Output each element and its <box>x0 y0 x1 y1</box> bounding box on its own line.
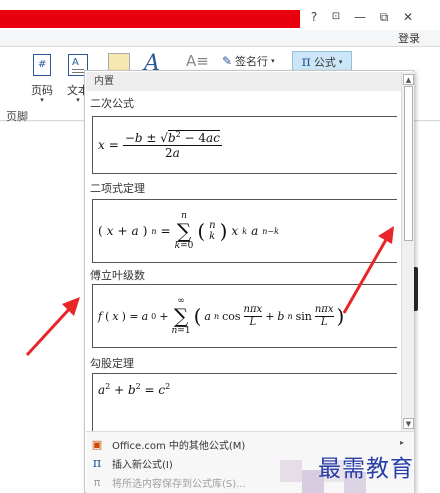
app-window: { "window": { "title_bar_color": "#e8000… <box>0 0 440 493</box>
signature-line-button[interactable]: ✎ 签名行 ▾ <box>222 53 275 69</box>
equation-item-quadratic[interactable]: x = −b ± √b2 − 4ac 2a <box>92 116 397 174</box>
equation-title: 二项式定理 <box>90 182 145 195</box>
scroll-thumb[interactable] <box>404 86 413 241</box>
office-icon: ▣ <box>91 437 103 451</box>
menu-item-label: 将所选内容保存到公式库(S)... <box>112 478 246 490</box>
login-link[interactable]: 登录 <box>398 30 420 46</box>
close-button[interactable]: ✕ <box>398 8 418 26</box>
formula-label: 公式 <box>313 56 336 69</box>
ribbon-display-button[interactable]: ⊡ <box>326 8 346 26</box>
page-number-icon: # <box>33 54 51 76</box>
equation-title: 勾股定理 <box>90 357 134 370</box>
menu-item-label: Office.com 中的其他公式(M) <box>112 440 246 452</box>
signature-chevron-icon: ▾ <box>271 57 275 65</box>
scroll-up-arrow-icon[interactable]: ▲ <box>403 74 414 85</box>
equation-title: 二次公式 <box>90 97 134 110</box>
signature-icon: ✎ <box>222 54 233 68</box>
signature-line-label: 签名行 <box>235 55 269 68</box>
submenu-arrow-icon: ▸ <box>400 438 405 447</box>
minimize-button[interactable]: — <box>350 8 370 26</box>
gallery-scrollbar[interactable]: ▲ ▼ <box>401 72 414 493</box>
page-number-button[interactable]: # <box>30 54 54 79</box>
page-number-chevron-icon: ▾ <box>40 96 44 104</box>
save-to-gallery-item[interactable]: π 将所选内容保存到公式库(S)... <box>90 473 246 491</box>
pythagorean-equation: a2 + b2 = c2 <box>98 382 171 397</box>
formula-chevron-icon: ▾ <box>338 58 343 66</box>
equation-item-fourier[interactable]: f(x) = a0 + ∞ ∑ n=1 ( an cos nπx L + bn sin… <box>92 284 397 348</box>
drop-cap-icon[interactable]: A≡ <box>186 52 209 70</box>
equation-title: 傅立叶级数 <box>90 269 145 282</box>
watermark-text: 最需教育 <box>318 456 414 482</box>
save-equation-icon: π <box>93 475 101 489</box>
scroll-down-arrow-icon[interactable]: ▼ <box>403 418 414 429</box>
text-chevron-icon: ▾ <box>76 96 80 104</box>
help-button[interactable]: ? <box>304 8 324 26</box>
title-bar: ? ⊡ — ⧉ ✕ <box>0 0 440 30</box>
more-equations-office-item[interactable]: ▣ Office.com 中的其他公式(M) <box>90 435 246 453</box>
gallery-header: 内置 <box>86 72 401 91</box>
insert-new-equation-item[interactable]: π 插入新公式(I) <box>90 454 173 472</box>
menu-item-label: 插入新公式(I) <box>112 459 173 471</box>
title-redaction-bar <box>0 10 300 28</box>
pi-icon: π <box>92 455 102 471</box>
equation-gallery: 内置 二次公式 x = −b ± √b2 − 4ac 2a 二项式定理 (x +… <box>84 70 414 493</box>
fourier-equation: f(x) = a0 + ∞ ∑ n=1 ( an cos nπx L + bn sin… <box>98 296 345 336</box>
pi-icon: π <box>301 54 311 70</box>
equation-item-binomial[interactable]: (x + a) n = n ∑ k=0 (n k) x k a n−k <box>92 199 397 263</box>
quadratic-equation: x = −b ± √b2 − 4ac 2a <box>98 130 222 160</box>
restore-button[interactable]: ⧉ <box>374 8 394 26</box>
binomial-equation: (x + a) n = n ∑ k=0 (n k) x k a n−k <box>98 211 279 251</box>
